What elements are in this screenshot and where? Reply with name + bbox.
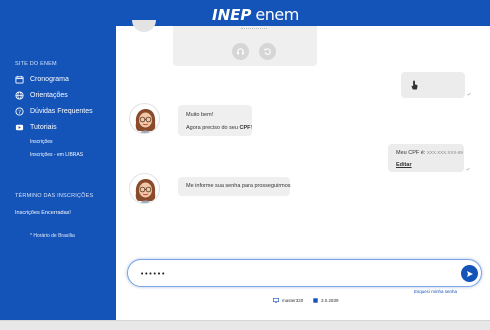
timezone-note: * Horário de Brasília — [30, 233, 75, 239]
inep-enem-logo[interactable]: INEP enem — [212, 5, 299, 24]
globe-icon — [15, 91, 24, 100]
replay-button[interactable] — [259, 43, 276, 60]
bot-avatar-partial — [132, 20, 156, 32]
chat-footer: master320 3.0.2839 — [116, 297, 490, 309]
chat-area: Muito bem! Agora preciso do seu CPF! Meu… — [116, 20, 490, 320]
sidebar-section-title: SITE DO ENEM — [15, 61, 57, 67]
bot-message-text: ! — [250, 125, 253, 131]
monitor-icon — [273, 298, 279, 303]
sidebar-item-label: Orientações — [30, 92, 68, 99]
server-name: master320 — [282, 298, 304, 303]
question-icon: ? — [15, 107, 24, 116]
bot-message-line: Agora preciso do seu CPF! — [186, 125, 252, 131]
bot-avatar-image — [135, 179, 156, 203]
deadline-title: TÉRMINO DAS INSCRIÇÕES — [15, 193, 94, 199]
user-message-bubble — [401, 72, 465, 98]
user-cpf-bubble: Meu CPF é: XXX.XXX.XXX-69 Editar — [388, 144, 464, 172]
user-cpf-prefix: Meu CPF é: — [396, 150, 427, 156]
cpf-emphasis: CPF — [239, 125, 251, 131]
bot-avatar — [129, 173, 160, 204]
bot-message-text: Agora preciso do seu — [186, 125, 240, 131]
user-cpf-line: Meu CPF é: XXX.XXX.XXX-69 — [396, 150, 463, 156]
bot-avatar-image — [135, 109, 156, 133]
password-input[interactable] — [140, 268, 440, 280]
bot-audio-bubble — [173, 26, 317, 66]
bot-avatar — [129, 103, 160, 134]
send-button[interactable] — [461, 265, 478, 282]
user-cpf-value: XXX.XXX.XXX-69 — [426, 150, 463, 155]
sidebar-item-tutoriais[interactable]: Tutoriais — [15, 123, 57, 132]
sidebar-item-label: Tutoriais — [30, 124, 57, 131]
bot-message-bubble-password: Me informe sua senha para prosseguirmos — [178, 177, 291, 196]
deadline-status: Inscrições Encerradas! — [15, 210, 71, 216]
sidebar-subitem-inscricoes[interactable]: Inscrições — [30, 139, 53, 145]
send-icon — [466, 270, 473, 277]
top-header: INEP enem — [0, 0, 490, 26]
sidebar-item-label: Cronograma — [30, 76, 69, 83]
inep-logo-text: INEP — [212, 6, 252, 24]
sidebar-item-cronograma[interactable]: Cronograma — [15, 75, 69, 84]
bot-message-line: Muito bem! — [186, 112, 214, 118]
sidebar-subitem-libras[interactable]: Inscrições - em LIBRAS — [30, 152, 83, 158]
sidebar-item-label: Dúvidas Frequentes — [30, 108, 93, 115]
message-check-icon — [467, 92, 471, 96]
listen-button[interactable] — [232, 43, 249, 60]
browser-bottom-strip — [0, 320, 490, 330]
app-version: 3.0.2839 — [321, 298, 339, 303]
forgot-password-link[interactable]: Esqueci minha senha — [414, 289, 457, 294]
edit-cpf-link[interactable]: Editar — [396, 162, 412, 168]
headphones-icon — [237, 48, 244, 55]
typing-hand-icon — [411, 80, 418, 90]
message-check-icon — [466, 167, 470, 171]
message-input-bar — [127, 259, 482, 287]
version-icon — [313, 298, 318, 303]
sidebar-item-orientacoes[interactable]: Orientações — [15, 91, 68, 100]
replay-icon — [264, 48, 271, 55]
enem-logo-text: enem — [255, 5, 299, 24]
bot-message-bubble-cpf: Muito bem! Agora preciso do seu CPF! — [178, 105, 252, 136]
sidebar-item-duvidas[interactable]: ? Dúvidas Frequentes — [15, 107, 93, 116]
audio-progress — [241, 28, 267, 31]
calendar-icon — [15, 75, 24, 84]
video-icon — [15, 124, 24, 131]
svg-text:?: ? — [18, 110, 21, 116]
bot-message-text: Me informe sua senha para prosseguirmos — [186, 183, 291, 189]
sidebar: SITE DO ENEM Cronograma Orientações ? Dú… — [0, 26, 116, 320]
